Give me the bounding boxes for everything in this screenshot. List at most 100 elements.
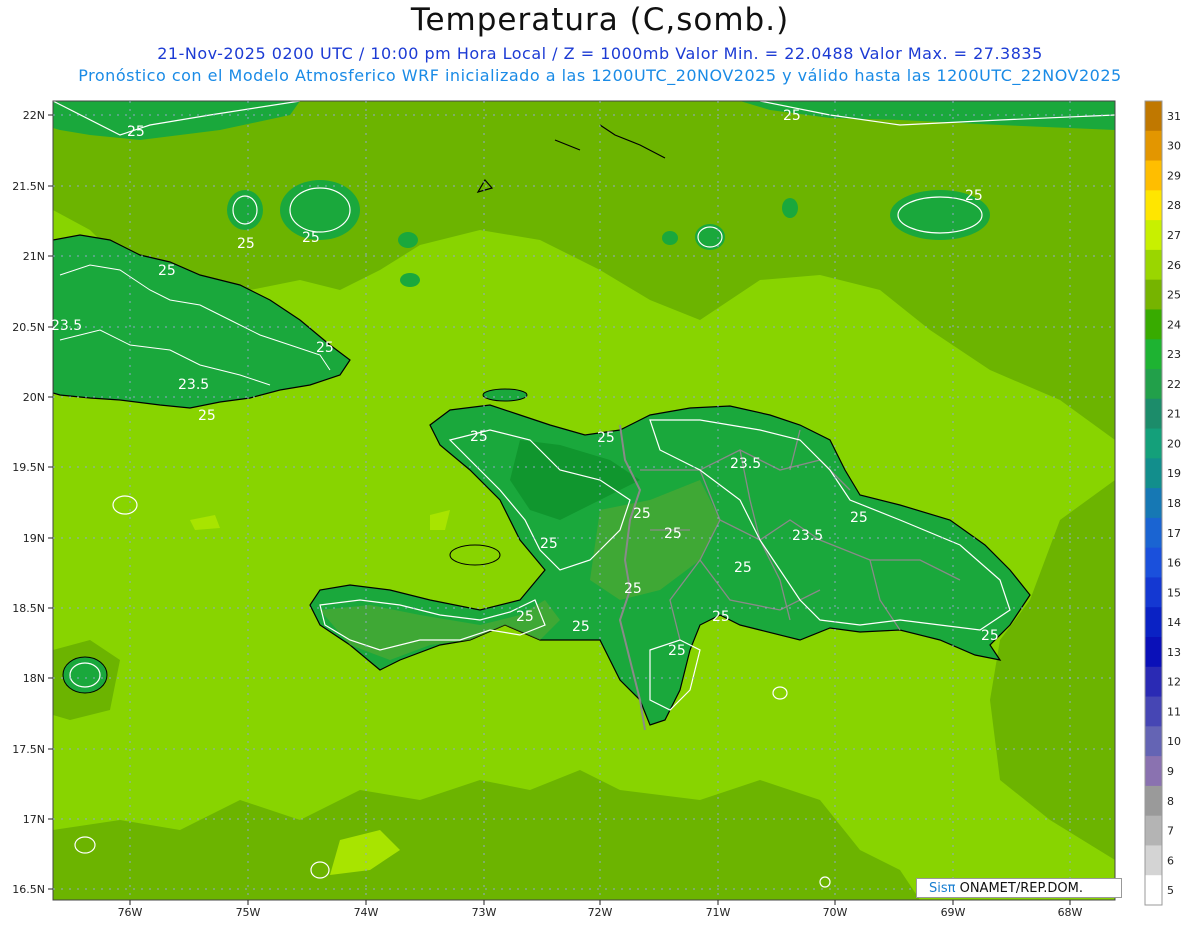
colorbar-swatch [1145, 220, 1162, 251]
colorbar-swatch [1145, 160, 1162, 191]
bahamas-island-2 [280, 180, 360, 240]
colorbar-swatch [1145, 785, 1162, 817]
contour-label: 25 [470, 429, 488, 445]
colorbar-swatch [1145, 875, 1162, 906]
colorbar-label: 18 [1167, 497, 1181, 510]
colorbar-label: 17 [1167, 527, 1181, 540]
colorbar-label: 29 [1167, 169, 1181, 182]
contour-label: 25 [540, 536, 558, 552]
contour-label: 25 [668, 643, 686, 659]
gonave-island [449, 544, 501, 566]
colorbar-swatch [1145, 637, 1162, 668]
colorbar-swatch [1145, 517, 1162, 549]
lat-label: 20.5N [12, 321, 45, 334]
lat-label: 18.5N [12, 602, 45, 615]
contour-label: 25 [783, 108, 801, 124]
colorbar-label: 10 [1167, 735, 1181, 748]
contour-label: 25 [516, 609, 534, 625]
contour-label: 25 [624, 581, 642, 597]
lat-label: 17N [23, 813, 45, 826]
colorbar-swatch [1145, 309, 1162, 340]
colorbar-label: 20 [1167, 437, 1181, 450]
colorbar-swatch [1145, 428, 1162, 459]
contour-label: 25 [597, 430, 615, 446]
lon-label: 68W [1058, 906, 1083, 919]
colorbar-swatch [1145, 279, 1162, 310]
lon-label: 76W [118, 906, 143, 919]
lon-label: 70W [823, 906, 848, 919]
colorbar-swatch [1145, 577, 1162, 608]
contour-label: 23.5 [178, 377, 209, 393]
colorbar-swatch [1145, 726, 1162, 757]
colorbar-label: 19 [1167, 467, 1181, 480]
colorbar-swatch [1145, 815, 1162, 846]
bahamas-island-7 [398, 232, 418, 248]
lon-tick-marks [129, 900, 1071, 905]
colorbar-label: 24 [1167, 318, 1181, 331]
bahamas-island-5 [782, 198, 798, 218]
colorbar-swatch [1145, 458, 1162, 489]
colorbar-label: 8 [1167, 795, 1174, 808]
contour-label: 25 [302, 230, 320, 246]
map-figure: 22N 21.5N 21N 20.5N 20N 19.5N 19N 18.5N … [12, 100, 1181, 919]
map-plot-area [53, 101, 1115, 900]
colorbar-swatch [1145, 696, 1162, 727]
colorbar-swatch [1145, 249, 1162, 281]
colorbar-swatch [1145, 547, 1162, 578]
lat-label: 19.5N [12, 461, 45, 474]
colorbar-swatch [1145, 845, 1162, 876]
colorbar-label: 5 [1167, 884, 1174, 897]
credit-brand: Sisπ [929, 881, 956, 896]
contour-label: 25 [572, 619, 590, 635]
colorbar-label: 23 [1167, 348, 1181, 361]
lat-label: 16.5N [12, 883, 45, 896]
colorbar-swatch [1145, 339, 1162, 370]
colorbar-label: 7 [1167, 825, 1174, 838]
colorbar-label: 14 [1167, 616, 1181, 629]
contour-label: 25 [850, 510, 868, 526]
colorbar-label: 22 [1167, 378, 1181, 391]
colorbar-label: 31 [1167, 110, 1181, 123]
colorbar-label: 27 [1167, 229, 1181, 242]
lat-label: 21N [23, 250, 45, 263]
colorbar: 31 30 29 28 27 26 25 24 23 22 21 20 19 18 17 16 15 14 13 12… [1145, 101, 1181, 906]
bahamas-island-4 [695, 224, 725, 250]
lon-label: 71W [706, 906, 731, 919]
colorbar-label: 15 [1167, 586, 1181, 599]
contour-label: 23.5 [730, 456, 761, 472]
longitude-labels: 76W 75W 74W 73W 72W 71W 70W 69W 68W [118, 906, 1083, 919]
lat-label: 20N [23, 391, 45, 404]
contour-label: 25 [316, 340, 334, 356]
lon-label: 72W [588, 906, 613, 919]
lat-tick-marks [48, 114, 53, 890]
bahamas-island-8 [400, 273, 420, 287]
contour-label: 25 [712, 609, 730, 625]
tortuga-island [482, 388, 528, 402]
colorbar-label: 25 [1167, 289, 1181, 302]
lat-label: 17.5N [12, 743, 45, 756]
contour-label: 23.5 [792, 528, 823, 544]
contour-label: 25 [965, 188, 983, 204]
lon-label: 69W [941, 906, 966, 919]
lon-label: 73W [472, 906, 497, 919]
contour-label: 25 [981, 628, 999, 644]
contour-label: 25 [664, 526, 682, 542]
colorbar-swatch [1145, 666, 1162, 698]
colorbar-label: 6 [1167, 854, 1174, 867]
lat-label: 19N [23, 532, 45, 545]
contour-label: 25 [237, 236, 255, 252]
contour-label: 25 [158, 263, 176, 279]
bahamas-island-6 [662, 231, 678, 245]
colorbar-label: 21 [1167, 408, 1181, 421]
lat-label: 18N [23, 672, 45, 685]
latitude-labels: 22N 21.5N 21N 20.5N 20N 19.5N 19N 18.5N … [12, 109, 45, 896]
lat-label: 22N [23, 109, 45, 122]
contour-label: 23.5 [51, 318, 82, 334]
colorbar-label: 28 [1167, 199, 1181, 212]
colorbar-swatch [1145, 488, 1162, 519]
lon-label: 74W [354, 906, 379, 919]
colorbar-label: 16 [1167, 557, 1181, 570]
colorbar-swatch [1145, 756, 1162, 787]
colorbar-label: 30 [1167, 140, 1181, 153]
contour-label: 25 [734, 560, 752, 576]
